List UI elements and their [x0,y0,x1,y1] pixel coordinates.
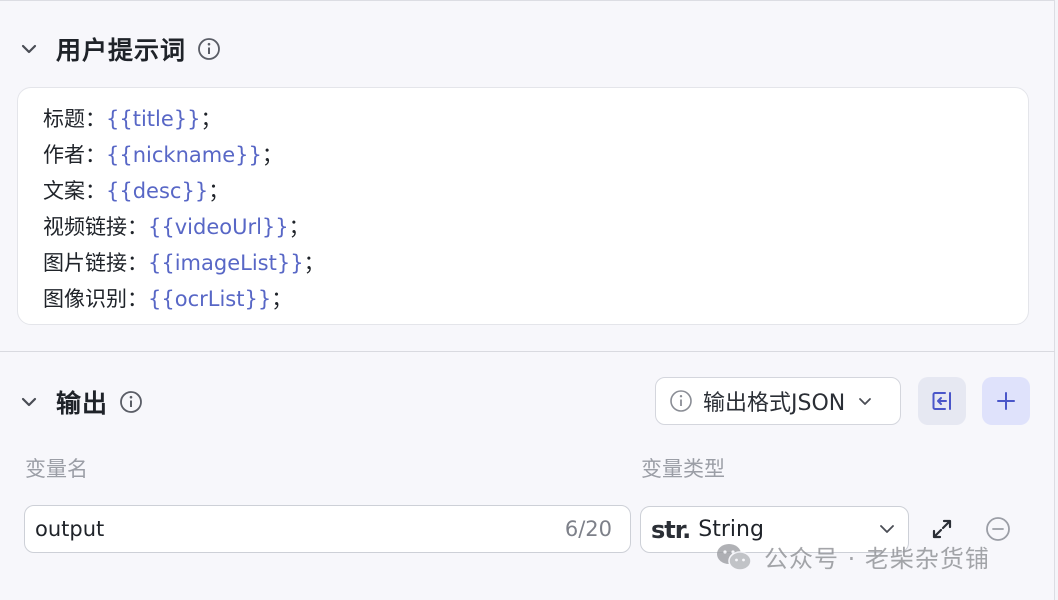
section-divider [0,351,1055,352]
chevron-down-icon[interactable] [20,40,38,58]
prompt-line: 图片链接：{{imageList}}； [43,245,1028,281]
prompt-section-title: 用户提示词 [56,36,187,65]
import-button[interactable] [918,377,966,425]
expand-icon [930,517,954,541]
node-config-panel: 用户提示词 标题：{{title}}； 作者：{{nickname}}； 文案：… [0,0,1055,600]
prompt-variable[interactable]: {{nickname}} [106,143,262,167]
prompt-line-label: 图像识别： [43,287,148,311]
prompt-line-label: 图片链接： [43,251,148,275]
prompt-line: 标题：{{title}}； [43,101,1028,137]
prompt-variable[interactable]: {{title}} [106,107,201,131]
prompt-variable[interactable]: {{ocrList}} [148,287,271,311]
variable-name-input[interactable]: output 6/20 [24,505,631,553]
prompt-variable[interactable]: {{desc}} [106,179,208,203]
prompt-editor[interactable]: 标题：{{title}}； 作者：{{nickname}}； 文案：{{desc… [17,87,1029,325]
output-format-select[interactable]: 输出格式JSON [655,377,901,425]
wechat-icon [714,540,754,574]
output-section-title: 输出 [56,389,109,418]
string-type-icon: str. [651,515,691,544]
variable-name-value: output [35,517,105,541]
info-icon[interactable] [196,36,222,62]
import-icon [929,388,955,414]
watermark-text: 公众号 · 老柴杂货铺 [764,545,990,573]
chevron-down-icon[interactable] [20,393,38,411]
output-format-label: 输出格式JSON [703,391,846,416]
prompt-line-suffix: ； [208,179,230,203]
prompt-variable[interactable]: {{videoUrl}} [148,215,289,239]
chevron-down-icon [857,393,873,409]
char-counter: 6/20 [564,517,612,541]
prompt-line-label: 视频链接： [43,215,148,239]
prompt-line-suffix: ； [200,107,222,131]
prompt-variable[interactable]: {{imageList}} [148,251,304,275]
output-section-header[interactable]: 输出 [0,384,144,420]
prompt-line-label: 作者： [43,143,106,167]
prompt-line: 作者：{{nickname}}； [43,137,1028,173]
prompt-line: 图像识别：{{ocrList}}； [43,281,1028,317]
info-icon [669,389,693,413]
info-icon[interactable] [118,389,144,415]
prompt-line-suffix: ； [303,251,325,275]
prompt-line-suffix: ； [288,215,310,239]
prompt-line: 文案：{{desc}}； [43,173,1028,209]
add-variable-button[interactable] [982,377,1030,425]
prompt-line-suffix: ； [271,287,293,311]
prompt-line: 视频链接：{{videoUrl}}； [43,209,1028,245]
watermark: 公众号 · 老柴杂货铺 [714,539,990,574]
plus-icon [994,389,1018,413]
prompt-line-label: 标题： [43,107,106,131]
column-label-name: 变量名 [25,457,88,481]
prompt-line-label: 文案： [43,179,106,203]
prompt-section-header[interactable]: 用户提示词 [0,31,222,67]
column-label-type: 变量类型 [641,457,725,481]
prompt-line-suffix: ； [261,143,283,167]
